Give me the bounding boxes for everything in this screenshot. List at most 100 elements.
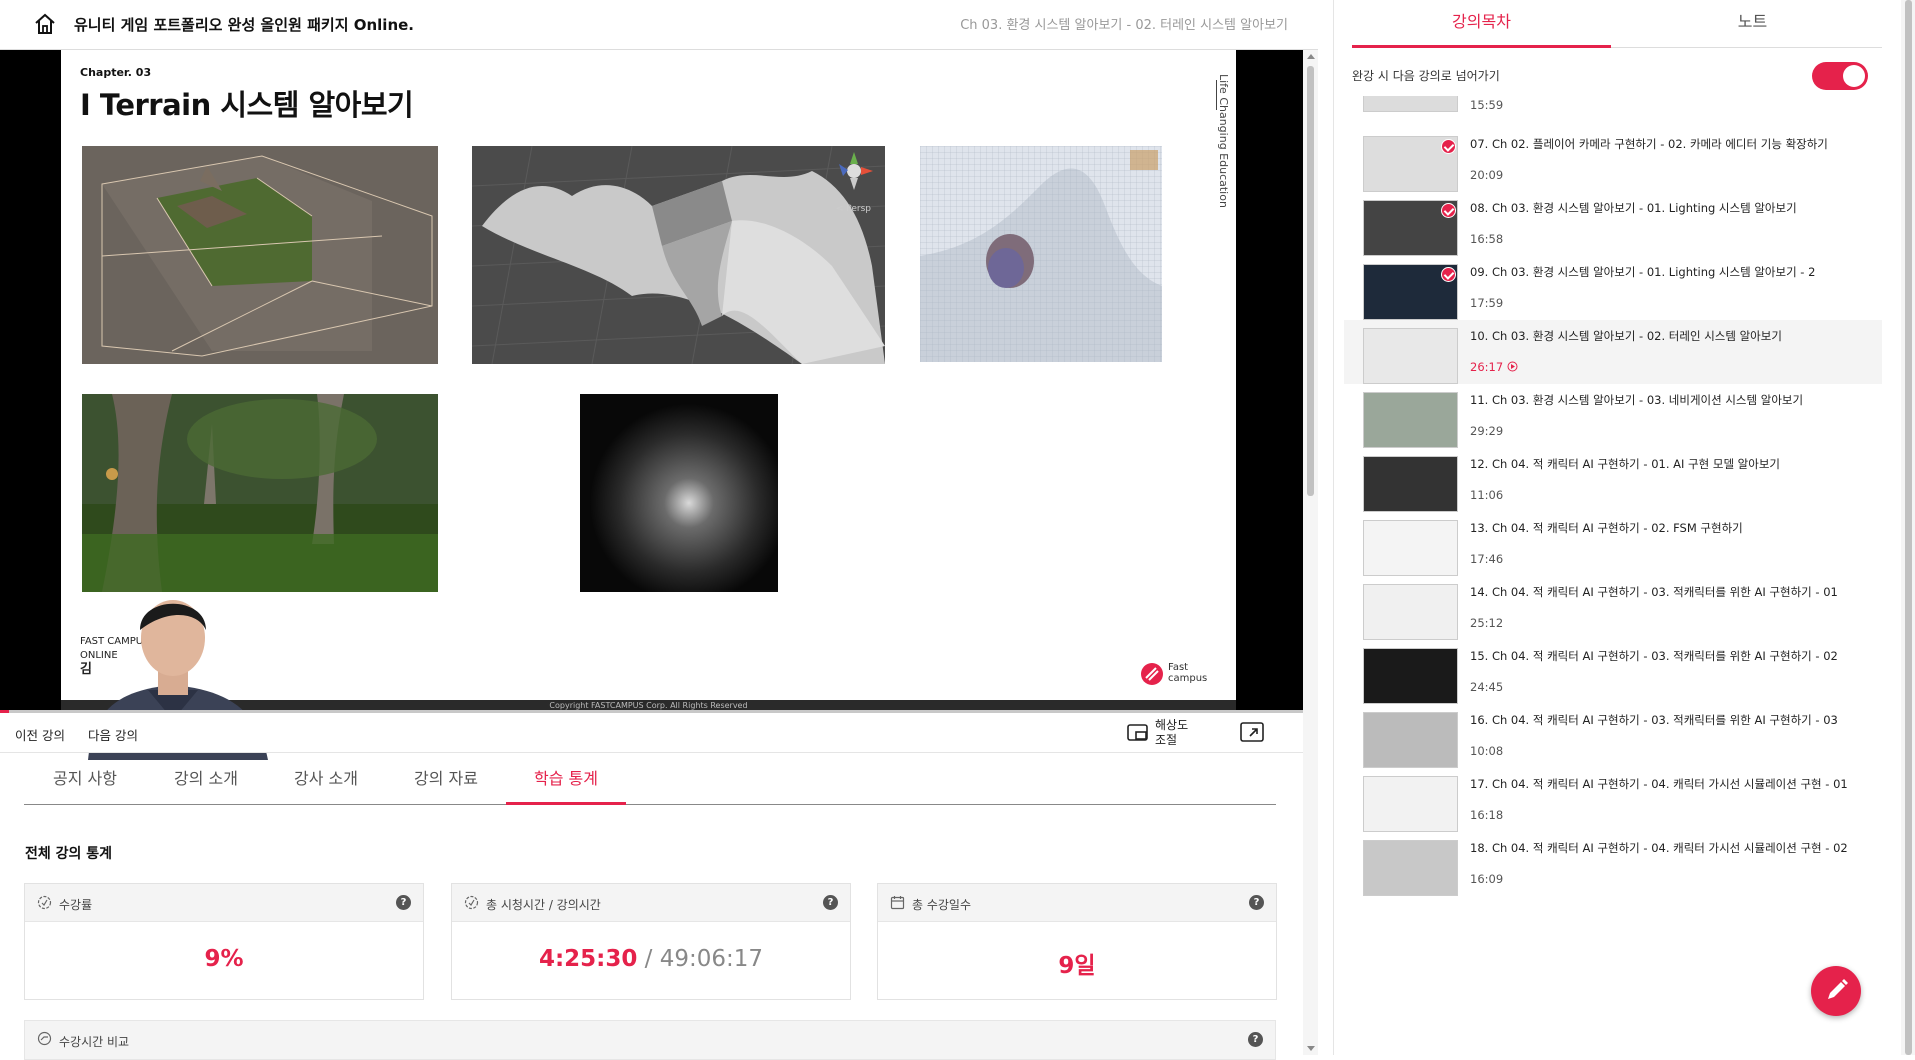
- sidebar-tabs: 강의목차 노트: [1352, 0, 1882, 48]
- lecture-thumbnail: [1363, 328, 1458, 384]
- lecture-title: 15. Ch 04. 적 캐릭터 AI 구현하기 - 03. 적캐릭터를 위한 …: [1470, 649, 1838, 663]
- compare-label: 수강시간 비교: [59, 1035, 130, 1049]
- lecture-item[interactable]: 08. Ch 03. 환경 시스템 알아보기 - 01. Lighting 시스…: [1344, 192, 1882, 256]
- calendar-icon: [890, 896, 905, 910]
- lecture-thumbnail: [1363, 648, 1458, 704]
- prev-lecture-button[interactable]: 이전 강의: [15, 725, 65, 744]
- lecture-title: 12. Ch 04. 적 캐릭터 AI 구현하기 - 01. AI 구현 모델 …: [1470, 457, 1780, 471]
- tab-materials[interactable]: 강의 자료: [386, 756, 506, 805]
- forest-scene-image: [82, 394, 438, 592]
- next-lecture-button[interactable]: 다음 강의: [88, 725, 138, 744]
- lecture-item[interactable]: 15. Ch 04. 적 캐릭터 AI 구현하기 - 03. 적캐릭터를 위한 …: [1344, 640, 1882, 704]
- lecture-title: 07. Ch 02. 플레이어 카메라 구현하기 - 02. 카메라 에디터 기…: [1470, 137, 1828, 151]
- lecture-item[interactable]: 07. Ch 02. 플레이어 카메라 구현하기 - 02. 카메라 에디터 기…: [1344, 128, 1882, 192]
- home-icon[interactable]: [30, 9, 60, 39]
- lecture-duration: 15:59: [1470, 98, 1504, 112]
- help-icon[interactable]: ?: [1248, 1032, 1263, 1047]
- compare-card: 수강시간 비교 ?: [24, 1020, 1276, 1060]
- lecture-item[interactable]: 12. Ch 04. 적 캐릭터 AI 구현하기 - 01. AI 구현 모델 …: [1344, 448, 1882, 512]
- lecture-title: 18. Ch 04. 적 캐릭터 AI 구현하기 - 04. 캐릭터 가시선 시…: [1470, 841, 1848, 855]
- lecture-thumbnail: [1363, 712, 1458, 768]
- resolution-icon: [1127, 724, 1148, 741]
- lecture-duration: 16:09: [1470, 872, 1504, 886]
- lecture-duration: 24:45: [1470, 680, 1504, 694]
- help-icon[interactable]: ?: [1249, 895, 1264, 910]
- tab-stats[interactable]: 학습 통계: [506, 756, 626, 805]
- completed-check-icon: [1441, 203, 1456, 218]
- lecture-item[interactable]: 13. Ch 04. 적 캐릭터 AI 구현하기 - 02. FSM 구현하기 1…: [1344, 512, 1882, 576]
- stats-heading: 전체 강의 통계: [25, 846, 113, 862]
- lecture-item[interactable]: 15:59: [1344, 96, 1882, 126]
- info-tabs: 공지 사항 강의 소개 강사 소개 강의 자료 학습 통계: [24, 756, 1276, 805]
- lecture-title: 14. Ch 04. 적 캐릭터 AI 구현하기 - 03. 적캐릭터를 위한 …: [1470, 585, 1838, 599]
- tab-curriculum[interactable]: 강의목차: [1352, 0, 1611, 48]
- main-pane: 유니티 게임 포트폴리오 완성 올인원 패키지 Online. Ch 03. 환…: [0, 0, 1318, 1060]
- terrain-hill-image: [920, 146, 1162, 362]
- scroll-up-arrow[interactable]: [1307, 54, 1315, 59]
- autoplay-toggle[interactable]: [1812, 62, 1868, 90]
- scrollbar-thumb[interactable]: [1307, 66, 1314, 496]
- tab-notice[interactable]: 공지 사항: [24, 756, 146, 805]
- completed-check-icon: [1441, 267, 1456, 282]
- player-controls: 이전 강의 다음 강의 해상도 조절: [0, 713, 1303, 753]
- lecture-title: 09. Ch 03. 환경 시스템 알아보기 - 01. Lighting 시스…: [1470, 265, 1816, 279]
- top-bar: 유니티 게임 포트폴리오 완성 올인원 패키지 Online. Ch 03. 환…: [0, 0, 1318, 50]
- lecture-duration: 17:59: [1470, 296, 1504, 310]
- persp-label: < Persp: [835, 204, 871, 214]
- heightmap-image: [580, 394, 778, 592]
- lecture-duration: 16:58: [1470, 232, 1504, 246]
- resolution-button[interactable]: 해상도 조절: [1127, 716, 1222, 750]
- lecture-title: 16. Ch 04. 적 캐릭터 AI 구현하기 - 03. 적캐릭터를 위한 …: [1470, 713, 1838, 727]
- pencil-icon: [1828, 979, 1848, 999]
- lecture-item[interactable]: 14. Ch 04. 적 캐릭터 AI 구현하기 - 03. 적캐릭터를 위한 …: [1344, 576, 1882, 640]
- lecture-item[interactable]: 16. Ch 04. 적 캐릭터 AI 구현하기 - 03. 적캐릭터를 위한 …: [1344, 704, 1882, 768]
- days-label: 총 수강일수: [912, 898, 972, 912]
- days-card: 총 수강일수 ? 9일: [877, 883, 1277, 1000]
- lecture-item[interactable]: 18. Ch 04. 적 캐릭터 AI 구현하기 - 04. 캐릭터 가시선 시…: [1344, 832, 1882, 896]
- tab-notes[interactable]: 노트: [1623, 0, 1882, 48]
- main-scrollbar[interactable]: [1303, 50, 1318, 1055]
- terrain-grid-image: [82, 146, 438, 364]
- lecture-title: 17. Ch 04. 적 캐릭터 AI 구현하기 - 04. 캐릭터 가시선 시…: [1470, 777, 1848, 791]
- lecture-title: 11. Ch 03. 환경 시스템 알아보기 - 03. 네비게이션 시스템 알…: [1470, 393, 1804, 407]
- lecture-thumbnail: [1363, 584, 1458, 640]
- lecture-duration: 20:09: [1470, 168, 1504, 182]
- edit-note-button[interactable]: [1811, 966, 1861, 1016]
- lecture-item[interactable]: 11. Ch 03. 환경 시스템 알아보기 - 03. 네비게이션 시스템 알…: [1344, 384, 1882, 448]
- lecture-duration: 26:17: [1470, 360, 1518, 374]
- watch-time-card: 총 시청시간 / 강의시간 ? 4:25:30 / 49:06:17: [451, 883, 851, 1000]
- lecture-duration: 29:29: [1470, 424, 1504, 438]
- help-icon[interactable]: ?: [823, 895, 838, 910]
- progress-label: 수강률: [59, 898, 93, 912]
- current-lecture-breadcrumb: Ch 03. 환경 시스템 알아보기 - 02. 터레인 시스템 알아보기: [960, 18, 1288, 33]
- tab-intro[interactable]: 강의 소개: [146, 756, 266, 805]
- lecture-thumbnail: [1363, 96, 1458, 112]
- video-player[interactable]: Chapter. 03 I Terrain 시스템 알아보기 Life Chan…: [0, 50, 1303, 760]
- side-caption: Life Changing Education: [1217, 74, 1230, 208]
- watch-time-icon: [464, 895, 479, 910]
- fastcampus-logo-icon: [1141, 663, 1163, 685]
- scrollbar-thumb[interactable]: [1905, 0, 1912, 1055]
- days-value: 9일: [1058, 953, 1096, 979]
- lecture-thumbnail: [1363, 520, 1458, 576]
- lecture-thumbnail: [1363, 456, 1458, 512]
- lecture-duration: 25:12: [1470, 616, 1504, 630]
- lecture-item[interactable]: 10. Ch 03. 환경 시스템 알아보기 - 02. 터레인 시스템 알아보…: [1344, 320, 1882, 384]
- lecture-list: 15:59 07. Ch 02. 플레이어 카메라 구현하기 - 02. 카메라 …: [1344, 96, 1882, 1055]
- course-title: 유니티 게임 포트폴리오 완성 올인원 패키지 Online.: [74, 16, 414, 34]
- lecture-duration: 17:46: [1470, 552, 1504, 566]
- tab-instructor[interactable]: 강사 소개: [266, 756, 386, 805]
- help-icon[interactable]: ?: [396, 895, 411, 910]
- progress-value: 9%: [204, 946, 244, 972]
- lecture-title: 13. Ch 04. 적 캐릭터 AI 구현하기 - 02. FSM 구현하기: [1470, 521, 1743, 535]
- fastcampus-logo: Fast campus: [1140, 662, 1214, 686]
- scroll-down-arrow[interactable]: [1307, 1046, 1315, 1051]
- watch-time-label: 총 시청시간 / 강의시간: [486, 898, 601, 912]
- terrain-mesh-image: < Persp: [472, 146, 885, 364]
- lecture-item[interactable]: 09. Ch 03. 환경 시스템 알아보기 - 01. Lighting 시스…: [1344, 256, 1882, 320]
- resolution-label-1: 해상도: [1155, 718, 1189, 732]
- watched-time: 4:25:30: [538, 946, 638, 972]
- sidebar-scrollbar[interactable]: [1901, 0, 1915, 1055]
- expand-icon[interactable]: [1240, 722, 1266, 744]
- lecture-item[interactable]: 17. Ch 04. 적 캐릭터 AI 구현하기 - 04. 캐릭터 가시선 시…: [1344, 768, 1882, 832]
